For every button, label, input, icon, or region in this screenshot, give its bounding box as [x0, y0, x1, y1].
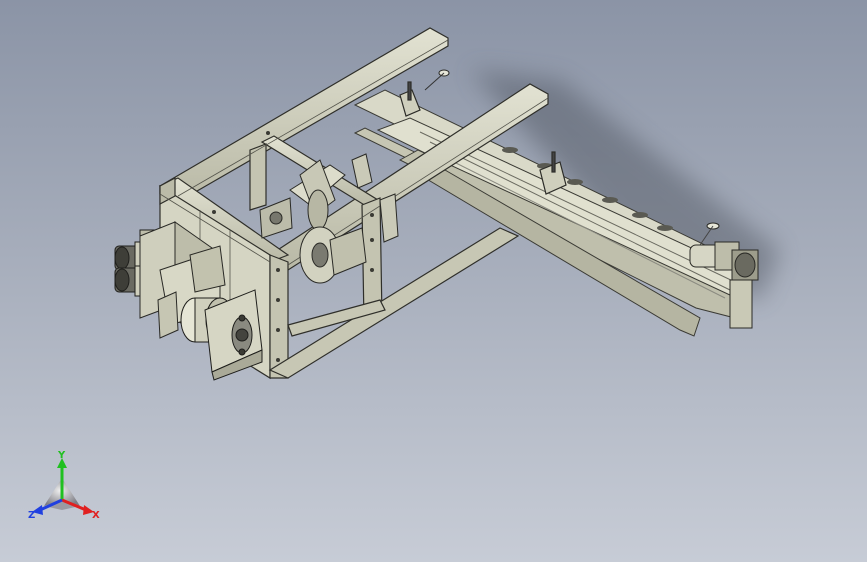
- cad-model[interactable]: [0, 0, 867, 562]
- y-axis-label: Y: [57, 450, 66, 461]
- z-axis-label: Z: [28, 510, 35, 521]
- graphics-viewport[interactable]: Y X Z: [0, 0, 867, 562]
- orientation-triad[interactable]: Y X Z: [28, 448, 104, 524]
- conveyor-handles[interactable]: [424, 69, 450, 91]
- x-axis-label: X: [92, 510, 100, 521]
- pulley-unit[interactable]: [180, 289, 263, 381]
- base-plate: [157, 291, 179, 339]
